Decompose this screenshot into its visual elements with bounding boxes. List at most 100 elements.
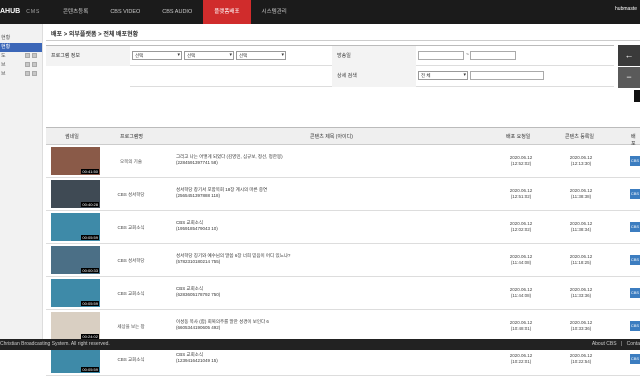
about-link[interactable]: About CBS [592, 341, 617, 347]
filter-row-program: 프로그램 정보 선택 선택 선택 방송일 ~ [46, 45, 614, 67]
deploy-button[interactable]: CBS [630, 156, 640, 166]
content-title[interactable]: 이성동 목사 (합) 회복의주를 말한 성경이 보인다 6 (6605344190… [176, 319, 496, 331]
video-thumbnail[interactable]: 00:40:28 [51, 180, 100, 208]
content-title[interactable]: CBS 교회소식 (6283605178792 750) [176, 286, 496, 298]
col-request-date: 배포 요청일 [506, 134, 531, 140]
duration-badge: 00:00:33 [81, 268, 99, 273]
sidebar-item-3[interactable]: 도 [0, 52, 42, 61]
nav-item-content-register[interactable]: 콘텐츠등록 [52, 0, 99, 24]
table-row[interactable]: 00:05:59 CBS 교회소식 CBS 교회소식 (1959185479043 1… [46, 211, 640, 244]
content-title[interactable]: CBS 교회소식 (1239416421049 15) [176, 352, 496, 364]
request-date: 2020.06.12 (12:51:02) [501, 188, 541, 200]
register-time-text: (10:33:36) [570, 326, 592, 331]
nav-item-cbs-video[interactable]: CBS VIDEO [99, 0, 151, 24]
register-time-text: (11:33:36) [570, 293, 592, 298]
app-logo[interactable]: AHUB CMS [0, 8, 40, 15]
video-thumbnail[interactable]: 00:00:33 [51, 246, 100, 274]
sidebar-item-4[interactable]: 브 [0, 61, 42, 70]
deploy-button[interactable]: CBS [630, 222, 640, 232]
deploy-button[interactable]: CBS [630, 321, 640, 331]
program-select-3[interactable]: 선택 [236, 51, 286, 60]
duration-badge: 00:41:50 [81, 169, 99, 174]
col-program: 프로그램명 [120, 134, 144, 140]
program-name: CBS 성서학당 [117, 258, 145, 263]
content-id: (2565451397888 118) [176, 193, 220, 198]
expand-icon[interactable] [32, 71, 37, 76]
expand-icon[interactable] [32, 53, 37, 58]
sidebar-item-5[interactable]: 브 [0, 70, 42, 79]
deploy-button[interactable]: CBS [630, 354, 640, 364]
content-title[interactable]: 그리고 나는 어떻게 되었다 (김영민, 심규보, 정선, 정한봉) (22845… [176, 154, 496, 166]
register-date: 2020.06.12 (11:38:34) [561, 221, 601, 233]
duration-badge: 00:05:59 [81, 235, 99, 240]
register-date: 2020.06.12 (10:22:54) [561, 353, 601, 365]
table-row[interactable]: 00:05:59 CBS 교회소식 CBS 교회소식 (6283605178792 7… [46, 277, 640, 310]
nav-item-system-admin[interactable]: 시스템관리 [251, 0, 298, 24]
sidebar-item-label: 현황 [1, 44, 11, 50]
main-content: 배포 > 외부플랫폼 > 전체 배포현황 프로그램 정보 선택 선택 선택 방송… [46, 24, 640, 376]
deploy-button[interactable]: CBS [630, 189, 640, 199]
deploy-button[interactable]: CBS [630, 255, 640, 265]
export-button[interactable] [634, 90, 640, 102]
content-id: (1959185479043 10) [176, 226, 218, 231]
footer-links: About CBS | Conta [592, 339, 640, 350]
sidebar-item-label: 브 [1, 62, 6, 68]
register-date: 2020.06.12 (11:33:36) [561, 287, 601, 299]
request-time-text: (10:22:01) [510, 359, 532, 364]
sidebar-item-1[interactable]: 현황 [0, 34, 42, 43]
detail-search-label: 상세 검색 [332, 66, 416, 87]
table-row[interactable]: 00:41:50 오목의 기술 그리고 나는 어떻게 되었다 (김영민, 심규보, … [46, 145, 640, 178]
program-name: CBS 교회소식 [117, 357, 145, 362]
search-filter: 프로그램 정보 선택 선택 선택 방송일 ~ 상세 검색 전 체 ← − [46, 45, 640, 115]
register-time-text: (12:13:30) [570, 161, 592, 166]
request-date: 2020.06.12 (10:22:01) [501, 353, 541, 365]
content-id: (6283605178792 750) [176, 292, 221, 297]
top-bar: AHUB CMS 콘텐츠등록 CBS VIDEO CBS AUDIO 플랫폼배포 … [0, 0, 640, 24]
content-title[interactable]: CBS 교회소식 (1959185479043 10) [176, 220, 496, 232]
empty-cell [46, 66, 130, 87]
search-button[interactable]: ← [618, 45, 640, 66]
airdate-start-input[interactable] [418, 51, 464, 60]
user-name[interactable]: hubmaste [615, 6, 637, 12]
program-name: 세상을 보는 창 [117, 324, 145, 329]
table-row[interactable]: 00:00:33 CBS 성서학당 성서학당 징기와 예수님의 말씀 6장 너희 믿… [46, 244, 640, 277]
airdate-label: 방송일 [332, 46, 416, 67]
detail-search-input[interactable] [470, 71, 544, 80]
content-id: (5782310180214 755) [176, 259, 221, 264]
main-nav: 콘텐츠등록 CBS VIDEO CBS AUDIO 플랫폼배포 시스템관리 [52, 0, 298, 24]
request-date: 2020.06.12 (12:02:02) [501, 221, 541, 233]
deploy-button[interactable]: CBS [630, 288, 640, 298]
video-thumbnail[interactable]: 00:41:50 [51, 147, 100, 175]
request-time-text: (12:51:02) [510, 194, 532, 199]
request-time-text: (11:44:08) [510, 293, 532, 298]
nav-item-cbs-audio[interactable]: CBS AUDIO [151, 0, 203, 24]
content-title[interactable]: 성서학당 징기와 예수님의 말씀 6장 너희 믿음이 어디 있느냐? (57823… [176, 253, 496, 265]
video-thumbnail[interactable]: 00:05:59 [51, 279, 100, 307]
sidebar-item-status[interactable]: 현황 [0, 43, 42, 52]
divider [46, 40, 640, 41]
duration-badge: 00:05:59 [81, 301, 99, 306]
content-id: (1239416421049 15) [176, 358, 218, 363]
duration-badge: 00:40:28 [81, 202, 99, 207]
col-register-date: 콘텐츠 등록일 [565, 134, 594, 140]
program-name: CBS 교회소식 [117, 225, 145, 230]
request-time-text: (10:48:01) [510, 326, 532, 331]
program-name: 오목의 기술 [120, 159, 142, 164]
video-thumbnail[interactable]: 00:05:59 [51, 213, 100, 241]
table-row[interactable]: 00:40:28 CBS 성서학당 성서학당 창기서 포함목회 18장 계시의 마른… [46, 178, 640, 211]
expand-icon[interactable] [25, 53, 30, 58]
expand-icon[interactable] [32, 62, 37, 67]
airdate-end-input[interactable] [470, 51, 516, 60]
detail-search-select[interactable]: 전 체 [418, 71, 468, 80]
video-thumbnail[interactable]: 00:24:02 [51, 312, 100, 340]
program-select-1[interactable]: 선택 [132, 51, 182, 60]
reset-button[interactable]: − [618, 67, 640, 88]
duration-badge: 00:05:59 [81, 367, 99, 372]
expand-icon[interactable] [25, 71, 30, 76]
expand-icon[interactable] [25, 62, 30, 67]
contact-link[interactable]: Conta [627, 341, 640, 347]
content-title[interactable]: 성서학당 창기서 포함목회 18장 계시의 마른 중연 (256545139788… [176, 187, 496, 199]
nav-item-platform-deploy[interactable]: 플랫폼배포 [203, 0, 251, 24]
program-label: 프로그램 정보 [46, 46, 130, 67]
program-select-2[interactable]: 선택 [184, 51, 234, 60]
